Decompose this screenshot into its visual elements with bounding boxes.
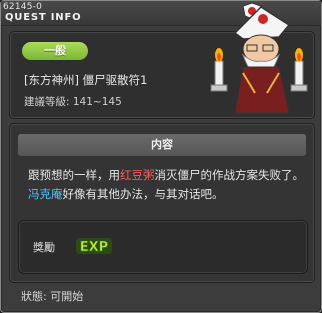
description-text-2: 消灭僵尸的作战方案失败了。 — [154, 168, 305, 182]
recommended-level: 建議等級: 141~145 — [24, 96, 122, 108]
quest-status: 狀態: 可開始 — [21, 290, 84, 303]
reward-label: 獎勵 — [33, 241, 55, 254]
quest-name: [东方神州] 僵尸驱散符1 — [24, 73, 148, 87]
exp-text: EXP — [80, 240, 108, 255]
npc-portrait — [209, 3, 322, 115]
window-title: QUEST INFO — [5, 12, 82, 23]
candle-left-icon — [210, 48, 228, 92]
quest-info-window: 62145-0 QUEST INFO 一般 [东方神州] 僵尸驱散符1 建議等級… — [0, 0, 322, 313]
reward-box: 獎勵 EXP — [18, 220, 308, 274]
content-section-header: 内容 — [18, 134, 306, 156]
item-link[interactable]: 红豆粥 — [120, 168, 155, 182]
npc-link[interactable]: 冯克庵 — [28, 187, 63, 201]
candle-right-icon — [290, 48, 308, 92]
quest-category-badge: 一般 — [22, 42, 88, 60]
description-text-3: 好像有其他办法，与其对话吧。 — [62, 187, 224, 201]
quest-content-panel: 内容 跟预想的一样，用红豆粥消灭僵尸的作战方案失败了。冯克庵好像有其他办法，与其… — [9, 123, 315, 283]
description-text-1: 跟预想的一样，用 — [28, 168, 120, 182]
quest-id: 62145-0 — [3, 2, 43, 12]
quest-description: 跟预想的一样，用红豆粥消灭僵尸的作战方案失败了。冯克庵好像有其他办法，与其对话吧… — [28, 166, 308, 204]
exp-icon: EXP — [75, 235, 115, 257]
